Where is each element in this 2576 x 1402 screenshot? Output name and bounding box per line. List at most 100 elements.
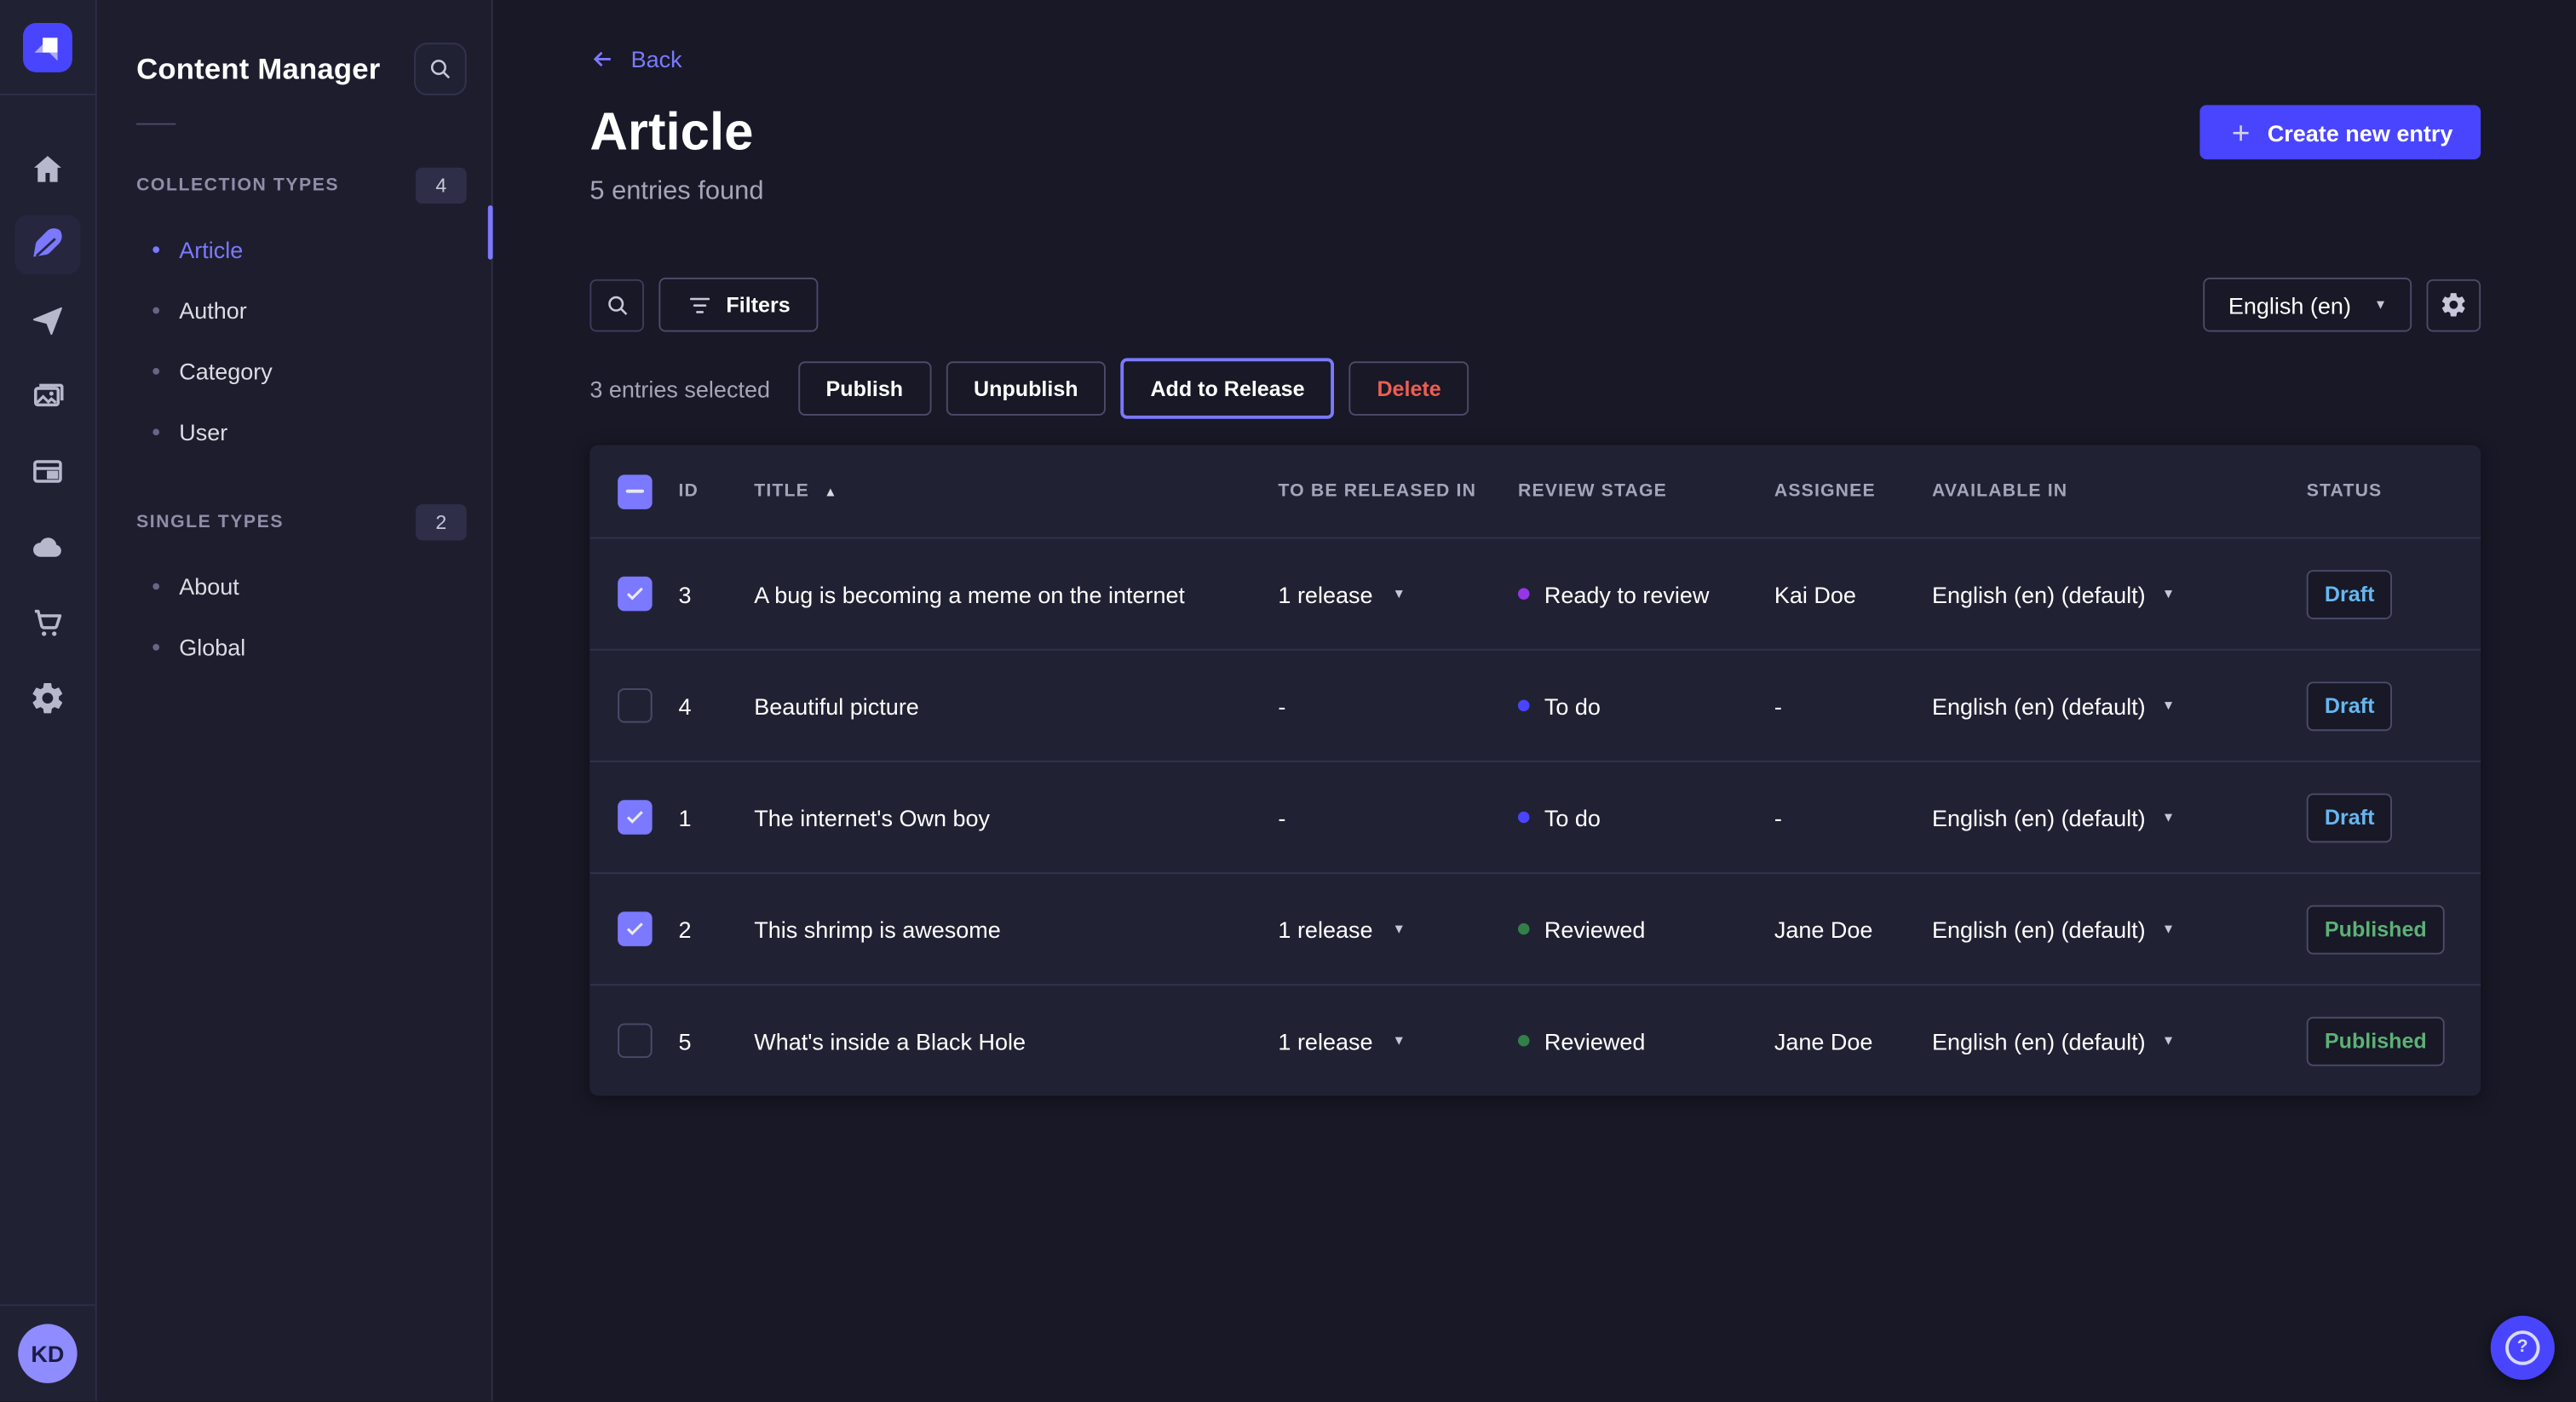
cell-title: What's inside a Black Hole xyxy=(754,1027,1278,1054)
cell-title: Beautiful picture xyxy=(754,692,1278,719)
cell-status: Draft xyxy=(2307,681,2481,730)
cell-available-in[interactable]: English (en) (default)▼ xyxy=(1932,916,2307,942)
cell-review-stage: Reviewed xyxy=(1518,916,1774,942)
cell-id: 4 xyxy=(678,692,754,719)
table-header-row: ID TITLE▲ TO BE RELEASED IN REVIEW STAGE… xyxy=(589,445,2481,537)
view-settings-button[interactable] xyxy=(2426,279,2481,331)
sidebar-item-article[interactable]: Article xyxy=(97,218,492,279)
unpublish-button[interactable]: Unpublish xyxy=(946,361,1106,416)
add-to-release-button[interactable]: Add to Release xyxy=(1121,358,1335,418)
icon-rail: KD xyxy=(0,0,97,1401)
stage-dot-icon xyxy=(1518,700,1530,711)
strapi-logo-icon[interactable] xyxy=(23,23,72,72)
home-icon[interactable] xyxy=(14,140,80,198)
sidebar-item-user[interactable]: User xyxy=(97,401,492,462)
cell-available-in[interactable]: English (en) (default)▼ xyxy=(1932,1027,2307,1054)
cell-assignee: Jane Doe xyxy=(1774,1027,1932,1054)
cell-assignee: Kai Doe xyxy=(1774,581,1932,607)
bullet-icon xyxy=(152,367,159,374)
media-library-icon[interactable] xyxy=(14,366,80,425)
cart-icon[interactable] xyxy=(14,593,80,652)
filters-button[interactable]: Filters xyxy=(658,278,818,332)
single-types-label: SINGLE TYPES xyxy=(136,513,284,532)
plus-icon xyxy=(2228,119,2254,146)
sidebar-item-about[interactable]: About xyxy=(97,555,492,616)
bullet-icon xyxy=(152,583,159,589)
stage-dot-icon xyxy=(1518,812,1530,823)
bullet-icon xyxy=(152,307,159,313)
cell-release[interactable]: 1 release▼ xyxy=(1278,581,1518,607)
user-avatar[interactable]: KD xyxy=(18,1324,77,1382)
cell-status: Published xyxy=(2307,1016,2481,1066)
stage-dot-icon xyxy=(1518,588,1530,599)
status-badge: Published xyxy=(2307,1016,2445,1066)
indeterminate-dash-icon xyxy=(626,490,644,493)
sidebar-item-author[interactable]: Author xyxy=(97,279,492,340)
stage-dot-icon xyxy=(1518,1035,1530,1047)
cell-release: - xyxy=(1278,804,1518,830)
cell-status: Draft xyxy=(2307,793,2481,842)
table-row[interactable]: 2 This shrimp is awesome 1 release▼ Revi… xyxy=(589,872,2481,984)
sidebar-search-button[interactable] xyxy=(414,43,467,95)
table-row[interactable]: 1 The internet's Own boy - To do - Engli… xyxy=(589,761,2481,872)
delete-button[interactable]: Delete xyxy=(1349,361,1469,416)
cell-status: Published xyxy=(2307,905,2481,954)
row-checkbox[interactable] xyxy=(618,800,652,834)
sidebar-item-category[interactable]: Category xyxy=(97,340,492,400)
column-header-status[interactable]: STATUS xyxy=(2307,481,2481,501)
column-header-id[interactable]: ID xyxy=(678,481,754,501)
search-button[interactable] xyxy=(589,279,644,331)
chevron-down-icon: ▼ xyxy=(2162,811,2175,824)
layout-builder-icon[interactable] xyxy=(14,442,80,501)
entries-table: ID TITLE▲ TO BE RELEASED IN REVIEW STAGE… xyxy=(589,445,2481,1096)
row-checkbox[interactable] xyxy=(618,911,652,946)
back-link[interactable]: Back xyxy=(589,46,681,72)
cell-status: Draft xyxy=(2307,569,2481,618)
locale-select[interactable]: English (en) ▼ xyxy=(2204,278,2412,332)
column-header-title[interactable]: TITLE▲ xyxy=(754,481,1278,501)
chevron-down-icon: ▼ xyxy=(2374,298,2387,311)
sort-asc-icon: ▲ xyxy=(824,484,837,498)
row-checkbox[interactable] xyxy=(618,688,652,722)
column-header-release[interactable]: TO BE RELEASED IN xyxy=(1278,481,1518,501)
cell-release[interactable]: 1 release▼ xyxy=(1278,1027,1518,1054)
entries-count: 5 entries found xyxy=(589,177,763,207)
column-header-assignee[interactable]: ASSIGNEE xyxy=(1774,481,1932,501)
chevron-down-icon: ▼ xyxy=(2162,587,2175,600)
chevron-down-icon: ▼ xyxy=(2162,922,2175,935)
bullet-icon xyxy=(152,245,159,252)
cell-title: The internet's Own boy xyxy=(754,804,1278,830)
cell-title: A bug is becoming a meme on the internet xyxy=(754,581,1278,607)
cell-available-in[interactable]: English (en) (default)▼ xyxy=(1932,692,2307,719)
column-header-available[interactable]: AVAILABLE IN xyxy=(1932,481,2307,501)
page-title: Article xyxy=(589,105,763,158)
chevron-down-icon: ▼ xyxy=(1393,587,1406,600)
gear-icon[interactable] xyxy=(14,669,80,727)
row-checkbox[interactable] xyxy=(618,1023,652,1058)
content-manager-feather-icon[interactable] xyxy=(14,215,80,274)
table-row[interactable]: 5 What's inside a Black Hole 1 release▼ … xyxy=(589,984,2481,1095)
cell-release[interactable]: 1 release▼ xyxy=(1278,916,1518,942)
cell-id: 3 xyxy=(678,581,754,607)
cell-review-stage: To do xyxy=(1518,804,1774,830)
row-checkbox[interactable] xyxy=(618,577,652,611)
table-row[interactable]: 3 A bug is becoming a meme on the intern… xyxy=(589,537,2481,649)
column-header-stage[interactable]: REVIEW STAGE xyxy=(1518,481,1774,501)
content-manager-sidebar: Content Manager COLLECTION TYPES 4 Artic… xyxy=(97,0,493,1401)
cloud-icon[interactable] xyxy=(14,517,80,576)
cell-assignee: Jane Doe xyxy=(1774,916,1932,942)
publish-button[interactable]: Publish xyxy=(798,361,931,416)
sidebar-item-global[interactable]: Global xyxy=(97,616,492,676)
table-row[interactable]: 4 Beautiful picture - To do - English (e… xyxy=(589,649,2481,761)
status-badge: Published xyxy=(2307,905,2445,954)
status-badge: Draft xyxy=(2307,681,2393,730)
check-icon xyxy=(624,918,646,939)
stage-dot-icon xyxy=(1518,923,1530,935)
cell-available-in[interactable]: English (en) (default)▼ xyxy=(1932,804,2307,830)
cell-available-in[interactable]: English (en) (default)▼ xyxy=(1932,581,2307,607)
send-icon[interactable] xyxy=(14,290,80,349)
create-new-entry-button[interactable]: Create new entry xyxy=(2200,105,2481,159)
select-all-checkbox[interactable] xyxy=(618,474,652,508)
help-button[interactable]: ? xyxy=(2491,1316,2555,1380)
cell-id: 1 xyxy=(678,804,754,830)
